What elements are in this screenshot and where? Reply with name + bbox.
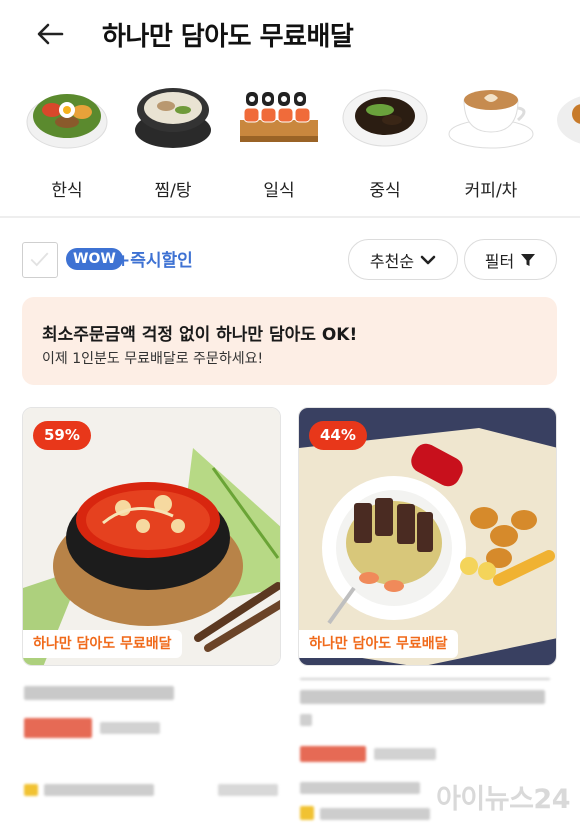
stew-pot-icon (135, 88, 211, 148)
banner-subtext: 이제 1인분도 무료배달로 주문하세요! (42, 351, 264, 367)
category-label: 한식 (51, 181, 83, 201)
page-title: 하나만 담아도 무료배달 (102, 22, 354, 52)
category-coffee[interactable]: 커피/차 (446, 80, 536, 210)
instant-discount-label[interactable]: +즉시할인 (116, 246, 193, 271)
category-strip[interactable]: 한식 찜/탕 일식 중식 커피/차 (0, 80, 580, 210)
check-icon (30, 252, 49, 267)
rating-text-blurred (300, 782, 420, 794)
sort-button[interactable]: 추천순 (348, 239, 458, 280)
app-header: 하나만 담아도 무료배달 (0, 0, 580, 68)
filter-button[interactable]: 필터 (464, 239, 557, 280)
product-name-blurred (300, 690, 545, 704)
category-label: 커피/차 (464, 181, 518, 201)
product-card[interactable]: 44% 하나만 담아도 무료배달 (298, 407, 557, 666)
free-delivery-banner[interactable]: 최소주문금액 걱정 없이 하나만 담아도 OK! 이제 1인분도 무료배달로 주… (22, 297, 557, 385)
filter-label: 필터 (484, 251, 515, 271)
wow-discount-checkbox[interactable] (22, 242, 58, 278)
rating-star-blurred (300, 806, 314, 820)
wow-badge: WOW (66, 248, 123, 270)
original-price-blurred (100, 722, 160, 734)
rating-text-blurred (44, 784, 154, 796)
discount-badge: 44% (309, 421, 367, 450)
delivery-info-blurred (320, 808, 430, 820)
free-delivery-tag: 하나만 담아도 무료배달 (23, 630, 182, 658)
category-japanese[interactable]: 일식 (234, 80, 324, 210)
original-price-blurred (374, 748, 436, 760)
product-card[interactable]: 59% 하나만 담아도 무료배달 (22, 407, 281, 666)
section-divider (0, 216, 580, 218)
free-delivery-tag: 하나만 담아도 무료배달 (299, 630, 458, 658)
separator-blurred (300, 678, 550, 680)
category-more[interactable] (552, 80, 580, 210)
product-name-blurred (24, 686, 174, 700)
sort-label: 추천순 (369, 251, 415, 271)
category-label: 일식 (263, 181, 295, 201)
jajangmyeon-icon (342, 89, 428, 147)
back-arrow-icon[interactable] (34, 18, 66, 50)
category-label: 찜/탕 (154, 181, 192, 201)
delivery-info-blurred (218, 784, 278, 796)
chicken-icon (557, 96, 580, 144)
product-name-blurred (300, 714, 312, 726)
category-label: 중식 (369, 181, 401, 201)
watermark: 아이뉴스24 (436, 784, 570, 815)
funnel-icon (521, 253, 536, 266)
category-korean[interactable]: 한식 (22, 80, 112, 210)
category-chinese[interactable]: 중식 (340, 80, 430, 210)
price-blurred (24, 718, 92, 738)
bibimbap-icon (26, 94, 108, 149)
category-stew[interactable]: 찜/탕 (128, 80, 218, 210)
discount-badge: 59% (33, 421, 91, 450)
latte-cup-icon (448, 90, 534, 149)
banner-headline: 최소주문금액 걱정 없이 하나만 담아도 OK! (42, 325, 358, 345)
price-blurred (300, 746, 366, 762)
chevron-down-icon (420, 255, 436, 264)
sushi-icon (240, 92, 318, 142)
rating-star-blurred (24, 784, 38, 796)
